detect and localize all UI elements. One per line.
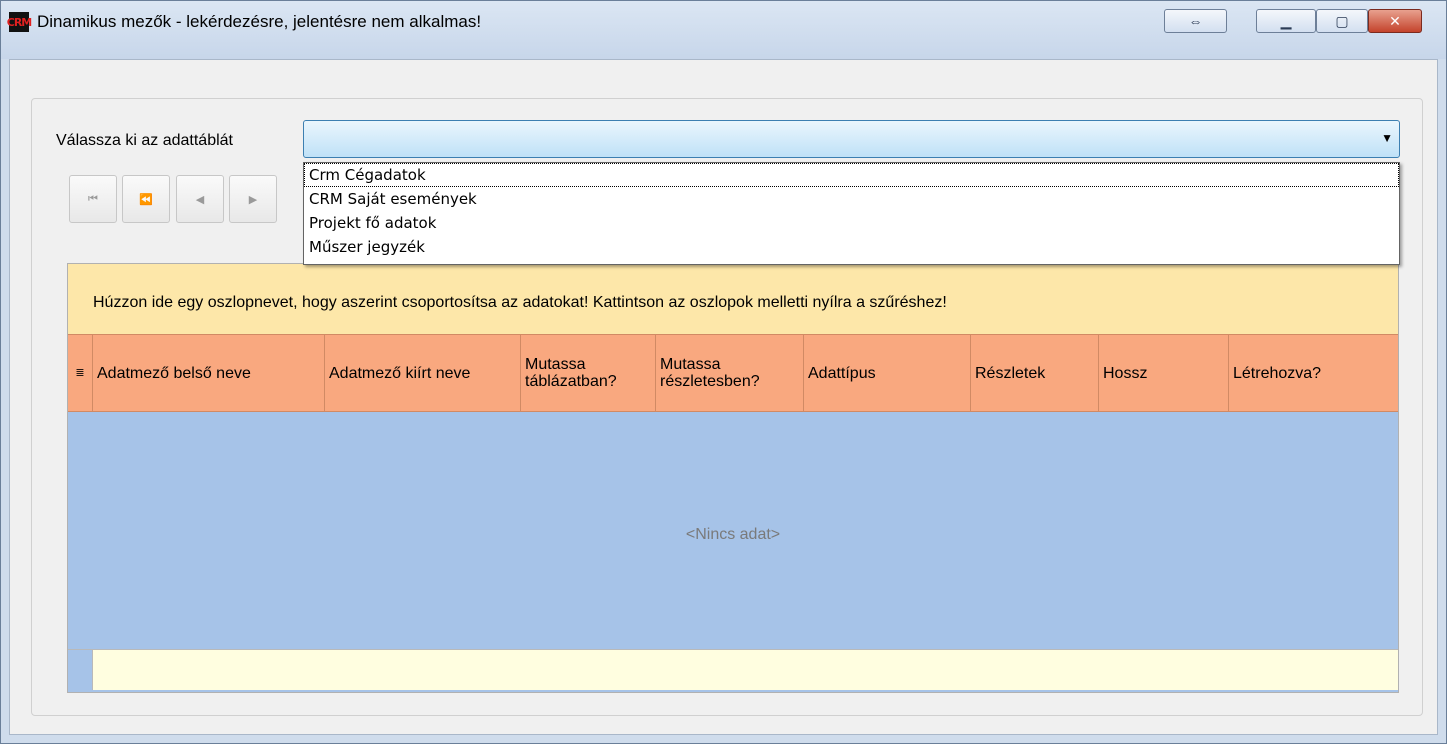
dropdown-option[interactable]: CRM Saját események	[304, 187, 1399, 211]
column-header[interactable]: Adattípus	[804, 335, 971, 411]
grid-header-row: ≣ Adatmező belső neve Adatmező kiírt nev…	[68, 334, 1398, 412]
column-header[interactable]: Adatmező belső neve	[93, 335, 325, 411]
chevron-down-icon[interactable]: ▼	[1381, 131, 1393, 145]
filter-row[interactable]	[68, 649, 1398, 690]
data-grid: Húzzon ide egy oszlopnevet, hogy aszerin…	[67, 263, 1399, 693]
column-header[interactable]: Részletek	[971, 335, 1099, 411]
title-bar[interactable]: CRM Dinamikus mezők - lekérdezésre, jele…	[1, 1, 1446, 59]
column-header[interactable]: Mutassa részletesben?	[656, 335, 804, 411]
column-chooser-icon[interactable]: ≣	[68, 335, 93, 411]
dropdown-option[interactable]: Crm Cégadatok	[304, 163, 1399, 187]
table-select-combobox[interactable]: ▼	[303, 120, 1400, 158]
expand-button[interactable]: ⇔	[1164, 9, 1227, 33]
group-by-panel[interactable]: Húzzon ide egy oszlopnevet, hogy aszerin…	[68, 264, 1398, 334]
table-select-label: Válassza ki az adattáblát	[56, 132, 233, 149]
column-header[interactable]: Hossz	[1099, 335, 1229, 411]
table-select-dropdown-list: Crm Cégadatok CRM Saját események Projek…	[303, 162, 1400, 265]
maximize-button[interactable]: ▢	[1316, 9, 1368, 33]
nav-prev-page-button[interactable]: ⏪	[122, 175, 170, 223]
window-title: Dinamikus mezők - lekérdezésre, jelentés…	[37, 12, 482, 31]
filter-row-indicator	[68, 650, 93, 690]
column-header[interactable]: Létrehozva?	[1229, 335, 1397, 411]
dropdown-option[interactable]: Műszer jegyzék	[304, 235, 1399, 259]
minimize-button[interactable]: ▁	[1256, 9, 1316, 33]
nav-next-button[interactable]: ▶	[229, 175, 277, 223]
nav-first-button[interactable]: ⏮	[69, 175, 117, 223]
nav-prev-button[interactable]: ◀	[176, 175, 224, 223]
main-window: CRM Dinamikus mezők - lekérdezésre, jele…	[0, 0, 1447, 744]
column-header[interactable]: Adatmező kiírt neve	[325, 335, 521, 411]
empty-grid-message: <Nincs adat>	[685, 526, 781, 543]
column-header[interactable]: Mutassa táblázatban?	[521, 335, 656, 411]
dropdown-option[interactable]: Projekt fő adatok	[304, 211, 1399, 235]
close-button[interactable]: ✕	[1368, 9, 1422, 33]
crm-app-icon: CRM	[7, 12, 32, 32]
